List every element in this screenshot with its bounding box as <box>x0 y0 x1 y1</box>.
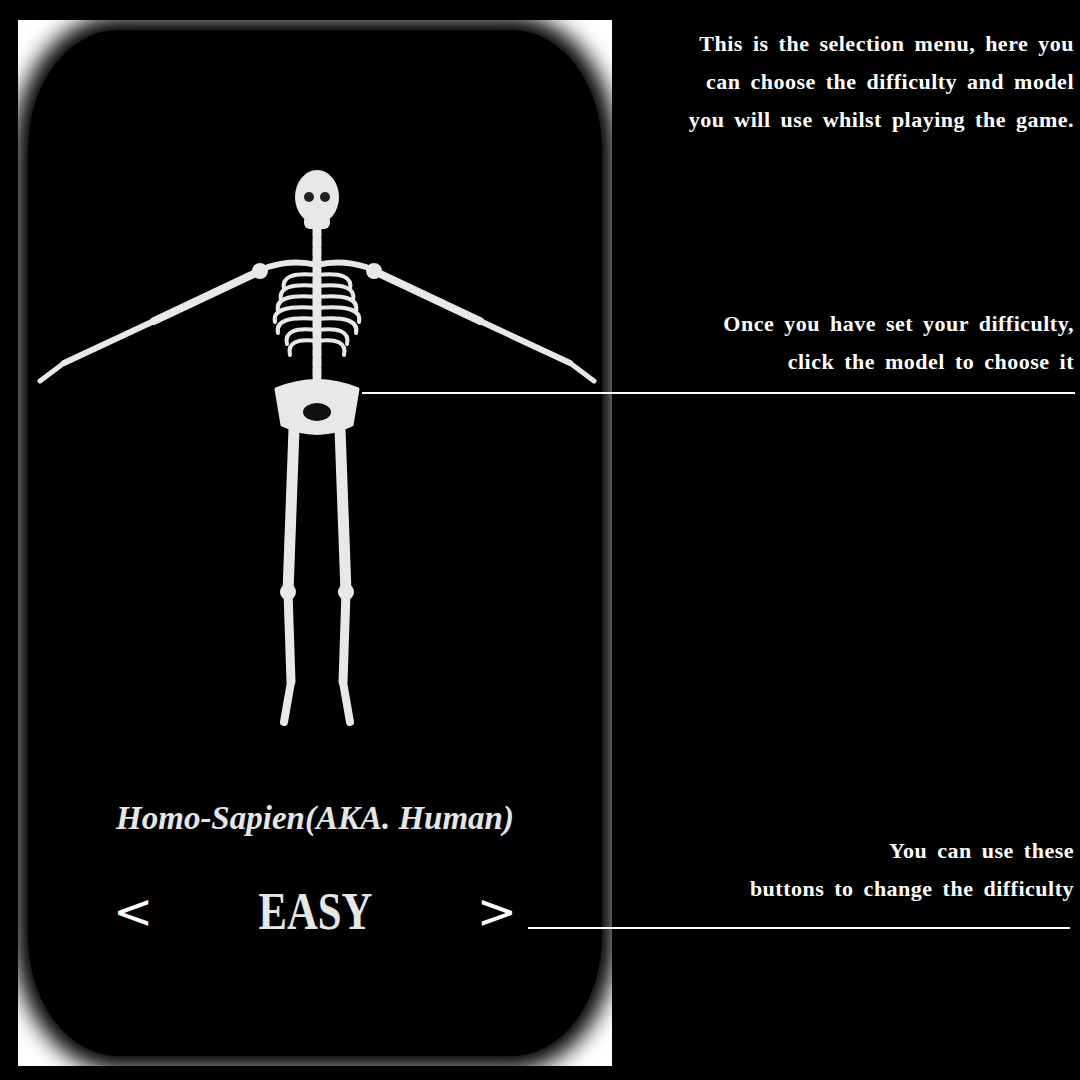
leader-line <box>528 927 1070 929</box>
leader-line <box>362 392 1075 394</box>
difficulty-selector: < EASY > <box>105 883 525 940</box>
annotation-line: buttons to change the difficulty <box>622 870 1074 908</box>
difficulty-label: EASY <box>258 883 372 940</box>
annotation: You can use thesebuttons to change the d… <box>622 832 1074 908</box>
annotation-line: You can use these <box>622 832 1074 870</box>
annotation-line: click the model to choose it <box>622 343 1074 381</box>
previous-difficulty-button[interactable]: < <box>105 883 161 939</box>
skeleton-model[interactable] <box>28 167 602 737</box>
annotation: Once you have set your difficulty,click … <box>622 305 1074 381</box>
model-name: Homo-Sapien(AKA. Human) <box>116 799 514 839</box>
game-screen: Homo-Sapien(AKA. Human) < EASY > <box>28 30 602 1056</box>
annotation-line: can choose the difficulty and model <box>622 63 1074 101</box>
annotation-line: you will use whilst playing the game. <box>622 101 1074 139</box>
next-difficulty-button[interactable]: > <box>469 883 525 939</box>
annotation-column: This is the selection menu, here youcan … <box>622 0 1080 1080</box>
annotation: This is the selection menu, here youcan … <box>622 25 1074 139</box>
phone-frame: Homo-Sapien(AKA. Human) < EASY > <box>18 20 612 1066</box>
annotation-line: Once you have set your difficulty, <box>622 305 1074 343</box>
annotation-line: This is the selection menu, here you <box>622 25 1074 63</box>
